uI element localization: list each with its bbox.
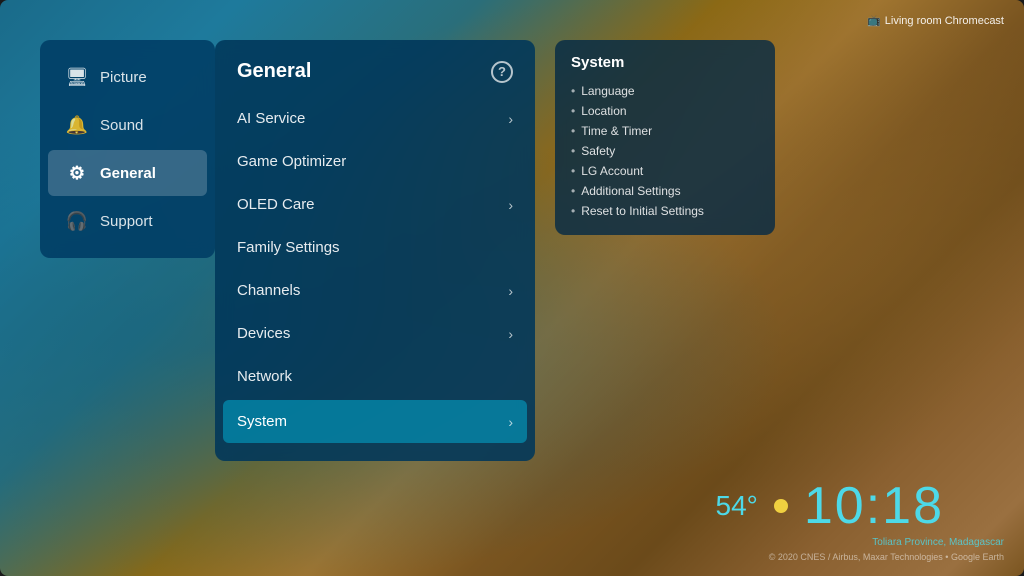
clock-display: 10:18	[804, 476, 944, 536]
chromecast-label: 📺 Living room Chromecast	[867, 14, 1004, 27]
temperature-display: 54°	[716, 490, 758, 522]
chevron-right-icon: ›	[508, 414, 513, 430]
sidebar-item-sound[interactable]: 🔔 Sound	[48, 102, 207, 148]
system-label-additional-settings: Additional Settings	[581, 184, 680, 198]
menu-label-game-optimizer: Game Optimizer	[237, 153, 346, 170]
system-item-lg-account[interactable]: LG Account	[571, 161, 759, 181]
sidebar-label-general: General	[100, 165, 156, 182]
system-item-location[interactable]: Location	[571, 101, 759, 121]
system-item-language[interactable]: Language	[571, 81, 759, 101]
sidebar-label-sound: Sound	[100, 117, 143, 134]
system-item-time-timer[interactable]: Time & Timer	[571, 121, 759, 141]
sound-icon: 🔔	[66, 114, 88, 136]
sidebar-item-picture[interactable]: 🖥 Picture	[48, 54, 207, 100]
help-icon[interactable]: ?	[491, 61, 513, 83]
help-icon-text: ?	[498, 64, 506, 79]
system-label-language: Language	[581, 84, 634, 98]
menu-title: General	[237, 60, 311, 83]
chevron-right-icon: ›	[508, 326, 513, 342]
chevron-right-icon: ›	[508, 283, 513, 299]
system-label-reset: Reset to Initial Settings	[581, 204, 704, 218]
chevron-right-icon: ›	[508, 197, 513, 213]
system-item-safety[interactable]: Safety	[571, 141, 759, 161]
location-text: Toliara Province, Madagascar	[872, 537, 1004, 548]
copyright-text: © 2020 CNES / Airbus, Maxar Technologies…	[769, 552, 1004, 562]
menu-item-game-optimizer[interactable]: Game Optimizer	[215, 140, 535, 183]
menu-label-network: Network	[237, 368, 292, 385]
system-label-safety: Safety	[581, 144, 615, 158]
chromecast-text: Living room Chromecast	[885, 15, 1004, 27]
menu-label-channels: Channels	[237, 282, 300, 299]
menu-item-network[interactable]: Network	[215, 355, 535, 398]
menu-item-channels[interactable]: Channels ›	[215, 269, 535, 312]
system-panel: System Language Location Time & Timer Sa…	[555, 40, 775, 235]
menu-item-system[interactable]: System ›	[223, 400, 527, 443]
system-item-additional-settings[interactable]: Additional Settings	[571, 181, 759, 201]
sidebar-label-support: Support	[100, 213, 153, 230]
menu-item-family-settings[interactable]: Family Settings	[215, 226, 535, 269]
system-label-location: Location	[581, 104, 626, 118]
menu-label-devices: Devices	[237, 325, 290, 342]
menu-item-oled-care[interactable]: OLED Care ›	[215, 183, 535, 226]
menu-label-family-settings: Family Settings	[237, 239, 340, 256]
sidebar: 🖥 Picture 🔔 Sound ⚙ General 🎧 Support	[40, 40, 215, 258]
menu-header: General ?	[215, 56, 535, 97]
menu-label-system: System	[237, 413, 287, 430]
system-item-reset[interactable]: Reset to Initial Settings	[571, 201, 759, 221]
sidebar-item-support[interactable]: 🎧 Support	[48, 198, 207, 244]
system-panel-title: System	[571, 54, 759, 71]
menu-label-oled-care: OLED Care	[237, 196, 315, 213]
general-menu: General ? AI Service › Game Optimizer OL…	[215, 40, 535, 461]
weather-dot-icon	[774, 499, 788, 513]
system-label-lg-account: LG Account	[581, 164, 643, 178]
menu-label-ai-service: AI Service	[237, 110, 305, 127]
support-icon: 🎧	[66, 210, 88, 232]
chevron-right-icon: ›	[508, 111, 513, 127]
menu-item-ai-service[interactable]: AI Service ›	[215, 97, 535, 140]
weather-widget: 54° 10:18	[716, 476, 944, 536]
picture-icon: 🖥	[66, 66, 88, 88]
general-icon: ⚙	[66, 162, 88, 184]
chromecast-icon: 📺	[867, 14, 881, 27]
system-label-time-timer: Time & Timer	[581, 124, 652, 138]
menu-item-devices[interactable]: Devices ›	[215, 312, 535, 355]
sidebar-label-picture: Picture	[100, 69, 147, 86]
sidebar-item-general[interactable]: ⚙ General	[48, 150, 207, 196]
tv-screen: 📺 Living room Chromecast 54° 10:18 Tolia…	[0, 0, 1024, 576]
